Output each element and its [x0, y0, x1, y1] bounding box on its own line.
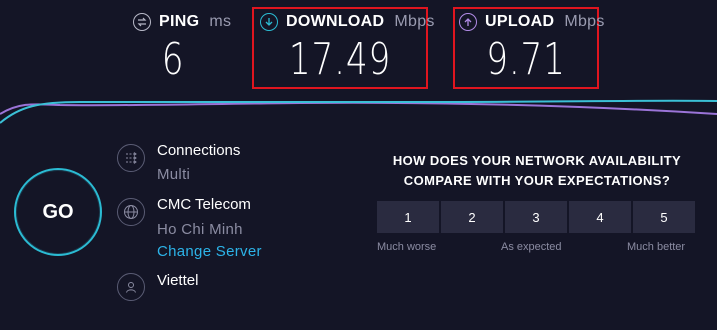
upload-value: 9.71 [486, 34, 566, 85]
download-header: DOWNLOAD Mbps [260, 13, 435, 31]
survey-question-line2: COMPARE WITH YOUR EXPECTATIONS? [403, 173, 671, 188]
rating-mid-label: As expected [501, 241, 562, 253]
upload-graph-line [0, 101, 717, 115]
rating-option-3[interactable]: 3 [505, 201, 567, 233]
provider-name: Viettel [157, 272, 199, 289]
rating-option-4[interactable]: 4 [569, 201, 631, 233]
download-arrow-icon [260, 13, 278, 31]
download-value: 17.49 [288, 34, 392, 85]
download-unit: Mbps [394, 13, 435, 30]
ping-header: PING ms [133, 13, 231, 31]
survey-question-line1: HOW DOES YOUR NETWORK AVAILABILITY [392, 153, 682, 168]
connections-icon [117, 144, 145, 172]
go-button-label: GO [42, 200, 74, 223]
user-icon [117, 273, 145, 301]
change-server-link[interactable]: Change Server [157, 243, 262, 260]
server-name: CMC Telecom [157, 196, 251, 213]
upload-unit: Mbps [564, 13, 605, 30]
download-label: DOWNLOAD [286, 13, 385, 30]
download-graph-line [0, 99, 717, 124]
upload-arrow-icon [459, 13, 477, 31]
upload-header: UPLOAD Mbps [459, 13, 605, 31]
connections-title: Connections [157, 142, 241, 159]
survey-question: HOW DOES YOUR NETWORK AVAILABILITY COMPA… [377, 151, 697, 191]
ping-icon [133, 13, 151, 31]
rating-low-label: Much worse [377, 241, 437, 253]
ping-unit: ms [209, 13, 232, 30]
server-location: Ho Chi Minh [157, 221, 243, 238]
speed-graph [0, 99, 717, 124]
rating-options: 1 2 3 4 5 [377, 201, 695, 233]
rating-option-2[interactable]: 2 [441, 201, 503, 233]
connections-value: Multi [157, 166, 191, 183]
ping-label: PING [159, 13, 200, 30]
globe-icon [117, 198, 145, 226]
ping-value: 6 [161, 34, 185, 85]
upload-label: UPLOAD [485, 13, 555, 30]
rating-high-label: Much better [627, 241, 686, 253]
rating-option-1[interactable]: 1 [377, 201, 439, 233]
rating-option-5[interactable]: 5 [633, 201, 695, 233]
go-button[interactable]: GO [14, 168, 102, 256]
